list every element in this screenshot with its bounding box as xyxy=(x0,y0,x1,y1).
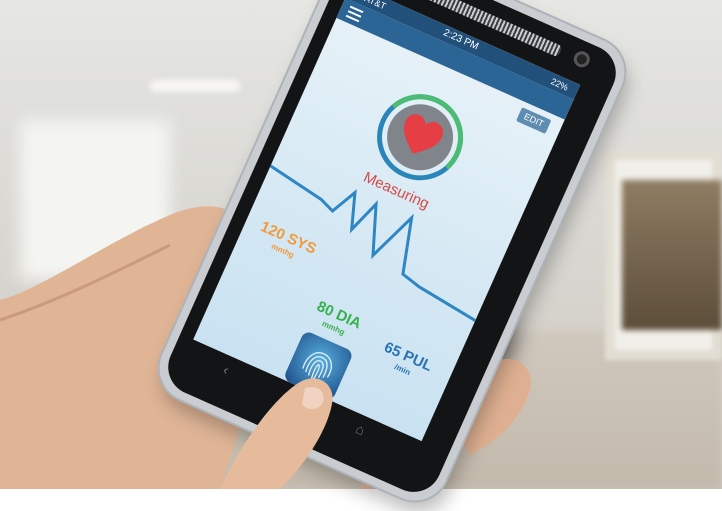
index-finger xyxy=(220,378,333,489)
